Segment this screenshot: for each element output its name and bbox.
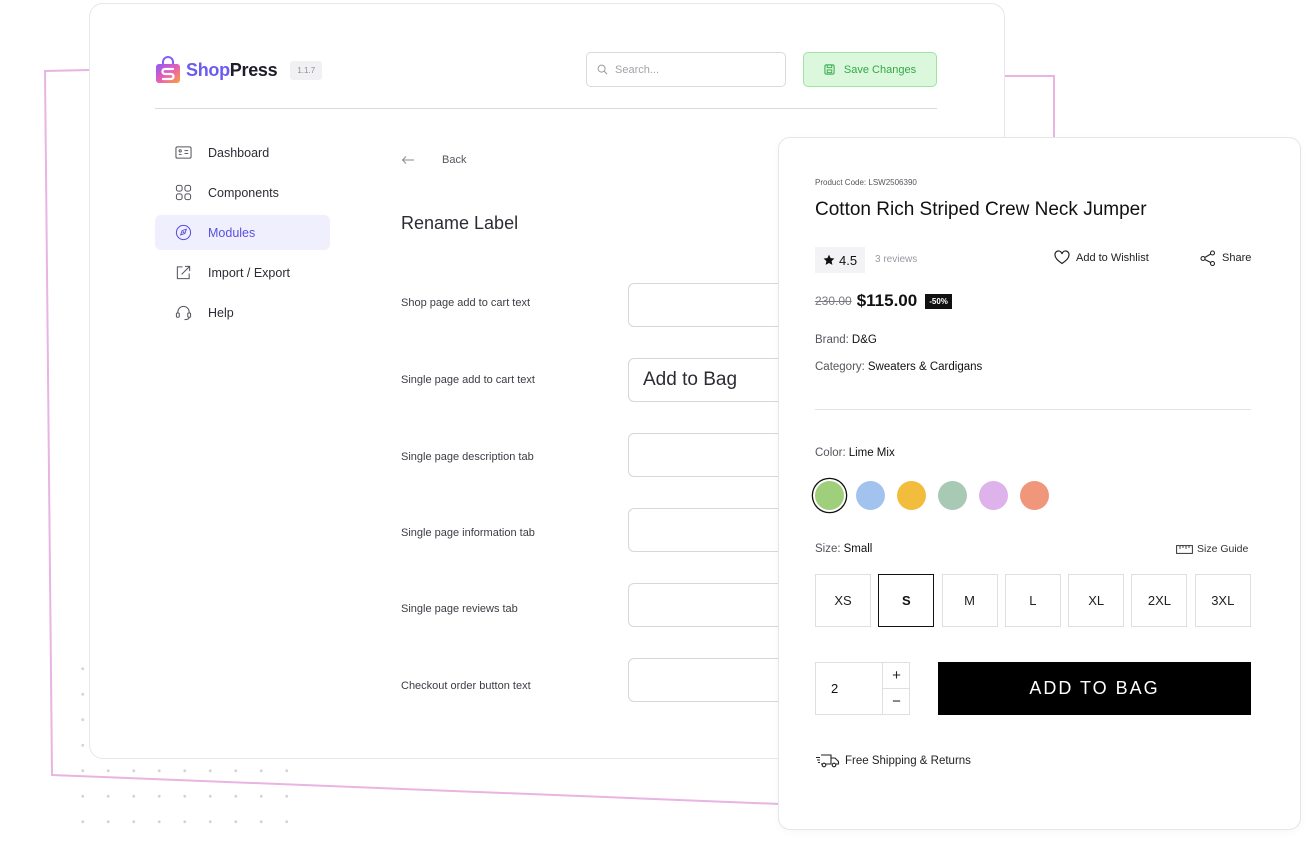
save-icon <box>824 64 835 75</box>
section-divider <box>815 409 1251 410</box>
dashboard-icon <box>175 146 192 159</box>
color-swatch[interactable] <box>856 481 885 510</box>
field-label: Checkout order button text <box>401 680 531 692</box>
size-option[interactable]: L <box>1004 574 1061 627</box>
review-count[interactable]: 3 reviews <box>875 254 917 265</box>
sidebar-item-components[interactable]: Components <box>155 175 330 210</box>
size-option[interactable]: 3XL <box>1194 574 1251 627</box>
sidebar-item-label: Import / Export <box>208 265 290 280</box>
rating-value: 4.5 <box>839 252 858 268</box>
quantity-input[interactable] <box>816 663 882 714</box>
headset-icon <box>175 305 192 321</box>
brand-name: ShopPress <box>186 59 278 81</box>
size-option[interactable]: 2XL <box>1131 574 1188 627</box>
save-changes-label: Save Changes <box>843 63 917 76</box>
quantity-increment-button[interactable]: + <box>882 663 910 689</box>
color-row: Color: Lime Mix <box>815 447 895 459</box>
sidebar-item-label: Dashboard <box>208 145 270 160</box>
add-to-bag-button[interactable]: ADD TO BAG <box>938 662 1251 715</box>
header-divider <box>155 108 937 109</box>
back-label: Back <box>442 154 467 166</box>
category-row: Category: Sweaters & Cardigans <box>815 361 982 373</box>
field-label: Single page add to cart text <box>401 374 535 386</box>
sidebar-item-help[interactable]: Help <box>155 295 330 330</box>
brand-name-shop: Shop <box>186 59 230 80</box>
color-value: Lime Mix <box>848 447 895 459</box>
brand-value: D&G <box>851 334 877 346</box>
size-label: Size: <box>815 543 841 555</box>
share-label: Share <box>1222 252 1252 264</box>
size-row: Size: Small <box>815 543 872 555</box>
rating-badge: 4.5 <box>815 247 866 273</box>
size-guide-link[interactable]: Size Guide <box>1176 543 1248 555</box>
size-guide-label: Size Guide <box>1197 543 1249 555</box>
old-price: 230.00 <box>815 294 852 308</box>
field-label: Shop page add to cart text <box>401 297 531 309</box>
sidebar-item-dashboard[interactable]: Dashboard <box>155 135 330 170</box>
search-icon <box>597 64 608 75</box>
brand-row: Brand: D&G <box>815 334 877 346</box>
shipping-info: Free Shipping & Returns <box>815 753 971 768</box>
price-row: 230.00 $115.00 -50% <box>815 291 952 311</box>
shoppress-logo[interactable]: ShopPress 1.1.7 <box>155 56 323 84</box>
product-code: Product Code: LSW2506390 <box>815 178 917 187</box>
color-swatch[interactable] <box>1020 481 1049 510</box>
back-link[interactable]: Back <box>401 154 466 166</box>
field-label: Single page reviews tab <box>401 603 518 615</box>
wishlist-label: Add to Wishlist <box>1076 251 1149 264</box>
share-icon <box>1200 250 1216 266</box>
add-to-wishlist-button[interactable]: Add to Wishlist <box>1054 250 1149 265</box>
size-option[interactable]: S <box>878 574 935 627</box>
product-card: Product Code: LSW2506390 Cotton Rich Str… <box>778 137 1301 830</box>
quantity-decrement-button[interactable]: − <box>882 688 910 714</box>
size-option[interactable]: M <box>941 574 998 627</box>
components-icon <box>175 184 192 201</box>
star-icon <box>823 254 835 265</box>
size-value: Small <box>843 543 873 555</box>
brand-name-press: Press <box>229 59 278 80</box>
heart-icon <box>1054 250 1070 265</box>
sale-price: $115.00 <box>856 291 918 310</box>
color-label: Color: <box>815 447 846 459</box>
save-changes-button[interactable]: Save Changes <box>803 52 937 87</box>
size-option[interactable]: XS <box>815 574 871 627</box>
sidebar-item-modules[interactable]: Modules <box>155 215 330 250</box>
sidebar-item-import-export[interactable]: Import / Export <box>155 255 330 290</box>
arrow-left-icon <box>401 156 414 164</box>
field-label: Single page description tab <box>401 451 534 463</box>
search-box[interactable] <box>586 52 786 87</box>
delivery-truck-icon <box>816 754 840 768</box>
sidebar-item-label: Components <box>208 185 279 200</box>
category-label: Category: <box>815 361 865 373</box>
color-swatch[interactable] <box>897 481 926 510</box>
product-title: Cotton Rich Striped Crew Neck Jumper <box>815 199 1147 220</box>
ruler-icon <box>1176 544 1193 554</box>
category-value[interactable]: Sweaters & Cardigans <box>868 361 982 373</box>
sidebar-item-label: Help <box>208 305 234 320</box>
color-swatches <box>815 481 1061 510</box>
brand-label: Brand: <box>815 334 849 346</box>
shopping-bag-logo-icon <box>156 56 180 83</box>
import-export-icon <box>176 265 191 280</box>
version-badge: 1.1.7 <box>290 60 323 80</box>
color-swatch[interactable] <box>938 481 967 510</box>
quantity-stepper: + − <box>815 662 910 715</box>
size-option[interactable]: XL <box>1068 574 1125 627</box>
sidebar-item-label: Modules <box>208 225 256 240</box>
page-title: Rename Label <box>401 213 519 233</box>
color-swatch[interactable] <box>815 481 844 510</box>
search-input[interactable] <box>615 63 775 76</box>
share-button[interactable]: Share <box>1200 250 1251 266</box>
size-options: XS S M L XL 2XL 3XL <box>815 574 1258 627</box>
shipping-label: Free Shipping & Returns <box>845 754 971 767</box>
discount-badge: -50% <box>925 293 952 309</box>
color-swatch[interactable] <box>979 481 1008 510</box>
sidebar-menu: Dashboard Components Modules Import / Ex… <box>155 135 330 335</box>
modules-icon <box>175 224 192 241</box>
field-label: Single page information tab <box>401 527 535 539</box>
